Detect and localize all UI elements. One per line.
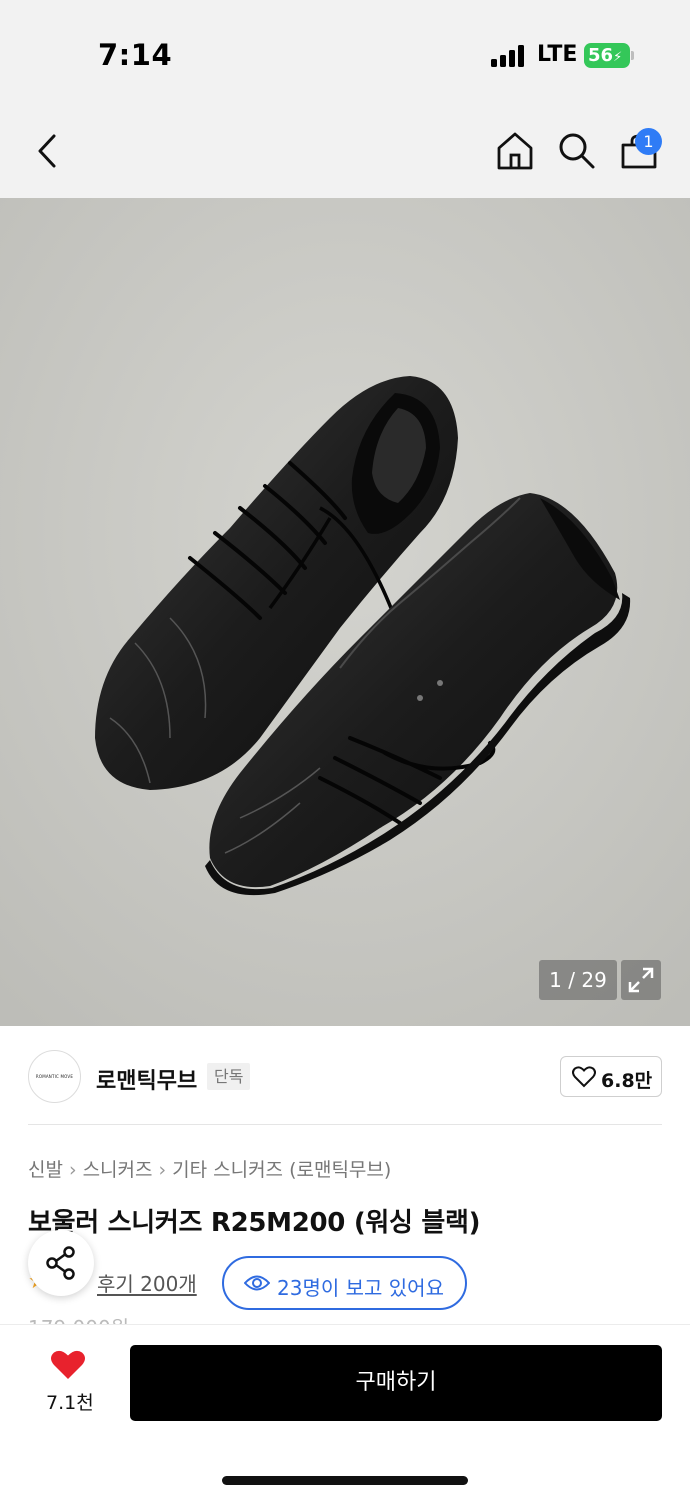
network-label: LTE bbox=[537, 42, 578, 67]
expand-arrows-icon bbox=[628, 967, 654, 993]
eye-icon bbox=[244, 1275, 270, 1291]
heart-outline-icon bbox=[572, 1066, 596, 1088]
signal-icon bbox=[491, 45, 525, 67]
price-text: 179,000원 bbox=[28, 1312, 129, 1324]
buy-button[interactable]: 구매하기 bbox=[130, 1345, 662, 1421]
share-icon bbox=[46, 1246, 75, 1280]
breadcrumb-item[interactable]: 기타 스니커즈 (로맨틱무브) bbox=[172, 1159, 391, 1181]
cart-badge: 1 bbox=[635, 128, 662, 155]
share-button[interactable] bbox=[28, 1230, 94, 1296]
viewers-text: 23명이 보고 있어요 bbox=[277, 1276, 444, 1300]
breadcrumb: 신발 › 스니커즈 › 기타 스니커즈 (로맨틱무브) bbox=[28, 1155, 391, 1182]
breadcrumb-item[interactable]: 신발 bbox=[28, 1159, 63, 1181]
exclusive-tag: 단독 bbox=[207, 1063, 251, 1090]
review-link[interactable]: 후기 200개 bbox=[97, 1268, 197, 1297]
sneakers-photo bbox=[0, 198, 690, 1026]
chevron-right-icon: › bbox=[68, 1159, 77, 1181]
search-icon[interactable] bbox=[558, 132, 596, 170]
home-indicator bbox=[222, 1476, 468, 1485]
battery-level: 56 bbox=[588, 45, 614, 66]
wish-count: 7.1천 bbox=[46, 1392, 94, 1414]
product-title: 보울러 스니커즈 R25M200 (워싱 블랙) bbox=[28, 1208, 481, 1238]
product-image[interactable]: 1 / 29 bbox=[0, 198, 690, 1026]
image-counter: 1 / 29 bbox=[539, 960, 617, 1000]
status-bar: 7:14 LTE 56⚡ bbox=[0, 0, 690, 100]
brand-like-button[interactable]: 6.8만 bbox=[560, 1056, 662, 1097]
home-icon[interactable] bbox=[496, 131, 534, 171]
battery-icon: 56⚡ bbox=[584, 43, 630, 68]
status-time: 7:14 bbox=[98, 38, 173, 72]
battery-cap bbox=[631, 51, 634, 60]
divider bbox=[28, 1124, 662, 1125]
breadcrumb-item[interactable]: 스니커즈 bbox=[83, 1159, 153, 1181]
heart-filled-icon[interactable] bbox=[50, 1349, 86, 1381]
chevron-right-icon: › bbox=[158, 1159, 167, 1181]
viewers-badge[interactable]: 23명이 보고 있어요 bbox=[222, 1256, 467, 1310]
brand-logo[interactable]: ROMANTIC MOVE bbox=[28, 1050, 81, 1103]
expand-icon[interactable] bbox=[621, 960, 661, 1000]
chevron-left-icon[interactable] bbox=[36, 133, 60, 169]
brand-like-count: 6.8만 bbox=[601, 1070, 653, 1092]
brand-name[interactable]: 로맨틱무브 bbox=[96, 1063, 197, 1095]
